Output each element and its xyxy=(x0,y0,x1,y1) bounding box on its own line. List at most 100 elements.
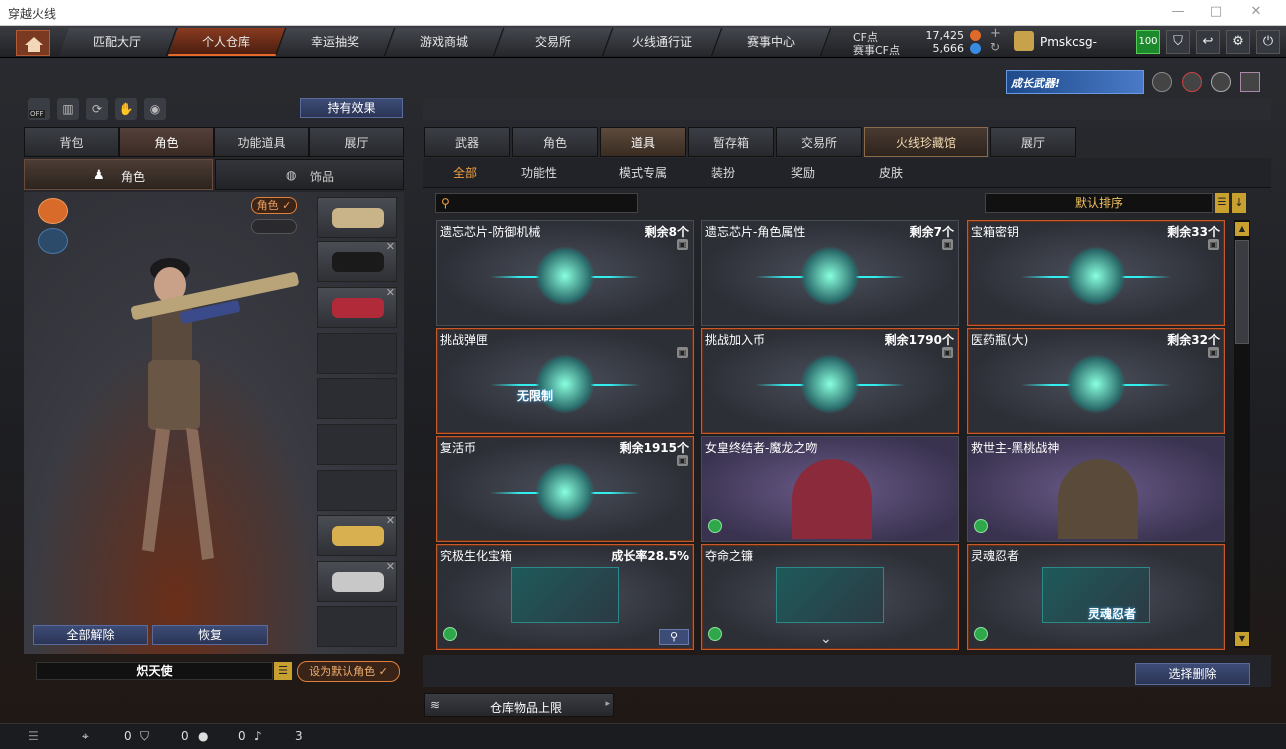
nav-tab-1[interactable]: 个人仓库 xyxy=(167,28,287,56)
remove-icon[interactable]: ✕ xyxy=(386,560,395,573)
equipment-slot[interactable] xyxy=(317,197,397,238)
right-tab-3[interactable]: 暂存箱 xyxy=(688,127,774,157)
item-card[interactable]: 遗忘芯片-防御机械 剩余8个 ▣ xyxy=(436,220,694,326)
subtab-5[interactable]: 皮肤 xyxy=(861,160,921,186)
emblem-icon[interactable] xyxy=(1152,72,1172,92)
item-card[interactable]: 宝箱密钥 剩余33个 ▣ xyxy=(967,220,1225,326)
growth-icon xyxy=(708,519,722,533)
remove-icon[interactable]: ✕ xyxy=(386,240,395,253)
equipment-slot[interactable] xyxy=(317,333,397,374)
equipment-slot[interactable] xyxy=(317,378,397,419)
subtab-2[interactable]: 模式专属 xyxy=(605,160,681,186)
zoom-button[interactable]: ⚲ xyxy=(659,629,689,645)
item-card[interactable]: 救世主-黑桃战神 xyxy=(967,436,1225,542)
right-tab-5[interactable]: 火线珍藏馆 xyxy=(864,127,988,157)
subtab-3[interactable]: 装扮 xyxy=(693,160,753,186)
target-icon[interactable] xyxy=(1182,72,1202,92)
equipment-slot[interactable]: ✕ xyxy=(317,286,397,328)
bag-icon[interactable]: ◉ xyxy=(144,98,166,120)
add-cf-button[interactable]: + xyxy=(990,26,1001,41)
rotate-icon[interactable]: ⟳ xyxy=(86,98,108,120)
subtab-1[interactable]: 功能性 xyxy=(509,160,569,186)
search-input[interactable]: ⚲ xyxy=(435,193,638,213)
portrait-image xyxy=(792,459,872,539)
subtab-4[interactable]: 奖励 xyxy=(773,160,833,186)
left-tab-1[interactable]: 角色 xyxy=(119,127,214,157)
item-card[interactable]: 究极生化宝箱 成长率28.5% ⚲ xyxy=(436,544,694,650)
nav-tab-2[interactable]: 幸运抽奖 xyxy=(276,28,396,56)
sort-direction-icon[interactable]: ↓ xyxy=(1232,193,1246,213)
chevron-down-icon[interactable]: ⌄ xyxy=(820,631,832,647)
item-card[interactable]: 挑战弹匣 ▣ 无限制 xyxy=(436,328,694,434)
v-logo-icon[interactable] xyxy=(1240,72,1260,92)
equipment-slot[interactable]: ✕ xyxy=(317,514,397,556)
select-delete-button[interactable]: 选择删除 xyxy=(1135,663,1250,685)
right-header-strip xyxy=(423,98,1271,120)
restore-button[interactable]: 恢复 xyxy=(152,625,268,645)
sort-select[interactable]: 默认排序 xyxy=(985,193,1213,213)
effect-button[interactable]: 持有效果 xyxy=(300,98,403,118)
item-card[interactable]: 遗忘芯片-角色属性 剩余7个 ▣ xyxy=(701,220,959,326)
subtab-character[interactable]: ♟ 角色 xyxy=(24,159,213,190)
promo-banner[interactable]: 成长武器! xyxy=(1006,70,1144,94)
right-tab-2[interactable]: 道具 xyxy=(600,127,686,157)
power-button[interactable]: ⏻ xyxy=(1256,30,1280,54)
nav-tab-0[interactable]: 匹配大厅 xyxy=(58,28,178,56)
right-tab-0[interactable]: 武器 xyxy=(424,127,510,157)
list-menu-icon[interactable]: ☰ xyxy=(274,662,292,680)
weapon-mode-icon[interactable] xyxy=(38,228,68,254)
left-tab-2[interactable]: 功能道具 xyxy=(214,127,309,157)
subtab-0[interactable]: 全部 xyxy=(435,160,495,186)
equipment-slot[interactable]: ✕ xyxy=(317,240,397,282)
equipment-slot[interactable] xyxy=(317,424,397,465)
wolf-icon[interactable] xyxy=(1211,72,1231,92)
right-tab-4[interactable]: 交易所 xyxy=(776,127,862,157)
nav-tab-5[interactable]: 火线通行证 xyxy=(603,28,723,56)
item-card[interactable]: 灵魂忍者 灵魂忍者 xyxy=(967,544,1225,650)
capacity-bar[interactable]: ≋ 仓库物品上限 ▸ xyxy=(424,693,614,717)
back-button[interactable]: ↩ xyxy=(1196,30,1220,54)
item-card[interactable]: 复活币 剩余1915个 ▣ xyxy=(436,436,694,542)
nav-tab-6[interactable]: 赛事中心 xyxy=(712,28,832,56)
item-card[interactable]: 医药瓶(大) 剩余32个 ▣ xyxy=(967,328,1225,434)
close-button[interactable]: ✕ xyxy=(1246,4,1266,20)
set-default-button[interactable]: 设为默认角色 ✓ xyxy=(297,661,400,682)
item-card[interactable]: 挑战加入币 剩余1790个 ▣ xyxy=(701,328,959,434)
nav-tab-4[interactable]: 交易所 xyxy=(494,28,614,56)
item-card[interactable]: 夺命之镰 ⌄ xyxy=(701,544,959,650)
maximize-button[interactable]: □ xyxy=(1206,4,1226,20)
equipment-slot[interactable]: ✕ xyxy=(317,560,397,602)
sort-menu-icon[interactable]: ☰ xyxy=(1215,193,1229,213)
subtab-accessory[interactable]: ◍ 饰品 xyxy=(215,159,404,190)
left-tab-0[interactable]: 背包 xyxy=(24,127,119,157)
item-name: 夺命之镰 xyxy=(705,549,754,563)
right-tab-1[interactable]: 角色 xyxy=(512,127,598,157)
character-mode-icon[interactable] xyxy=(38,198,68,224)
window-title-bar: 穿越火线 — □ ✕ xyxy=(0,0,1286,26)
settings-button[interactable]: ⚙ xyxy=(1226,30,1250,54)
stats-icon[interactable]: ▥ xyxy=(57,98,79,120)
left-tab-3[interactable]: 展厅 xyxy=(309,127,404,157)
list-icon[interactable]: ☰ xyxy=(28,729,39,743)
equipment-slot[interactable] xyxy=(317,606,397,647)
scrollbar-thumb[interactable] xyxy=(1235,240,1249,344)
username[interactable]: Pmskcsg- xyxy=(1040,35,1097,49)
pose-icon[interactable]: ✋ xyxy=(115,98,137,120)
shield-button[interactable]: ⛉ xyxy=(1166,30,1190,54)
unequip-all-button[interactable]: 全部解除 xyxy=(33,625,148,645)
right-tab-6[interactable]: 展厅 xyxy=(990,127,1076,157)
item-count: 剩余8个 xyxy=(644,225,689,239)
scroll-down-button[interactable]: ▼ xyxy=(1235,632,1249,646)
equipment-slot[interactable] xyxy=(317,470,397,511)
home-button[interactable] xyxy=(16,30,50,56)
remove-icon[interactable]: ✕ xyxy=(386,286,395,299)
visibility-toggle[interactable] xyxy=(251,219,297,234)
remove-icon[interactable]: ✕ xyxy=(386,514,395,527)
minimize-button[interactable]: — xyxy=(1168,4,1188,20)
item-card[interactable]: 女皇终结者-魔龙之吻 xyxy=(701,436,959,542)
nav-tab-3[interactable]: 游戏商城 xyxy=(385,28,505,56)
scroll-up-button[interactable]: ▲ xyxy=(1235,222,1249,236)
character-toggle[interactable]: 角色 ✓ xyxy=(251,197,297,214)
off-toggle[interactable]: OFF xyxy=(28,98,50,120)
refresh-button[interactable]: ↻ xyxy=(990,40,1000,54)
